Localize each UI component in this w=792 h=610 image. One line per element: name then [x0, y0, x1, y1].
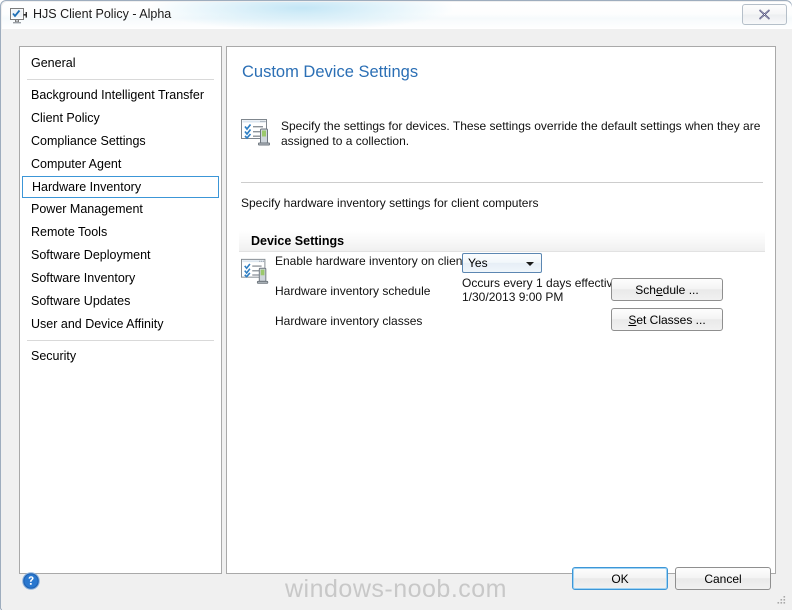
sidebar-item-client-policy[interactable]: Client Policy	[20, 107, 221, 130]
sidebar-item-compliance-settings[interactable]: Compliance Settings	[20, 130, 221, 153]
dropdown-value: Yes	[468, 256, 488, 270]
window-title: HJS Client Policy - Alpha	[33, 7, 172, 21]
sidebar-separator-top	[27, 79, 214, 80]
group-header-underline	[239, 251, 765, 252]
set-classes-button[interactable]: Set Classes ...	[611, 308, 723, 331]
sidebar-separator-bottom	[27, 340, 214, 341]
set-classes-button-suffix: et Classes ...	[636, 312, 706, 327]
sidebar-item-background-intelligent-transfer[interactable]: Background Intelligent Transfer	[20, 84, 221, 107]
sidebar-item-software-inventory[interactable]: Software Inventory	[20, 267, 221, 290]
help-question-icon[interactable]	[22, 572, 40, 590]
monitor-checklist-icon	[241, 257, 271, 287]
monitor-check-icon	[10, 7, 27, 24]
sidebar-item-remote-tools[interactable]: Remote Tools	[20, 221, 221, 244]
enable-hardware-inventory-dropdown[interactable]: Yes	[462, 253, 542, 273]
hardware-inventory-classes-label: Hardware inventory classes	[275, 314, 423, 328]
sidebar-item-power-management[interactable]: Power Management	[20, 198, 221, 221]
title-bar: HJS Client Policy - Alpha	[2, 2, 792, 29]
schedule-button-prefix: Sch	[635, 282, 656, 297]
close-button[interactable]	[742, 4, 787, 25]
close-icon	[758, 9, 771, 20]
sidebar-item-user-and-device-affinity[interactable]: User and Device Affinity	[20, 313, 221, 336]
dialog-client-area: General Background Intelligent Transfer …	[2, 29, 792, 610]
ok-button[interactable]: OK	[572, 567, 668, 590]
header-divider	[241, 182, 763, 183]
monitor-checklist-icon	[241, 117, 273, 149]
sidebar-item-hardware-inventory[interactable]: Hardware Inventory	[22, 176, 219, 198]
page-title: Custom Device Settings	[242, 63, 419, 81]
schedule-button[interactable]: Sch e dule ...	[611, 278, 723, 301]
hardware-inventory-schedule-value: Occurs every 1 days effective 1/30/2013 …	[462, 276, 620, 304]
hardware-inventory-schedule-label: Hardware inventory schedule	[275, 284, 431, 298]
settings-detail-panel: Custom Device Settings Specify the setti…	[226, 46, 776, 574]
page-description: Specify the settings for devices. These …	[281, 119, 761, 148]
resize-grip[interactable]	[775, 594, 787, 606]
dialog-window: HJS Client Policy - Alpha General Backgr…	[0, 0, 792, 610]
title-bar-glow	[152, 2, 452, 29]
sidebar-item-computer-agent[interactable]: Computer Agent	[20, 153, 221, 176]
chevron-down-icon	[526, 262, 534, 266]
cancel-button[interactable]: Cancel	[675, 567, 771, 590]
page-subtext: Specify hardware inventory settings for …	[241, 196, 539, 210]
enable-hardware-inventory-label: Enable hardware inventory on clients	[275, 254, 472, 268]
settings-category-list[interactable]: General Background Intelligent Transfer …	[19, 46, 222, 574]
set-classes-button-accelerator: S	[628, 312, 637, 327]
sidebar-item-software-deployment[interactable]: Software Deployment	[20, 244, 221, 267]
group-title: Device Settings	[251, 234, 345, 248]
schedule-button-accelerator: e	[655, 282, 663, 297]
sidebar-item-general[interactable]: General	[20, 52, 221, 75]
group-header-band: Device Settings	[239, 231, 765, 252]
schedule-button-suffix: dule ...	[662, 282, 699, 297]
sidebar-item-security[interactable]: Security	[20, 345, 221, 368]
sidebar-item-software-updates[interactable]: Software Updates	[20, 290, 221, 313]
